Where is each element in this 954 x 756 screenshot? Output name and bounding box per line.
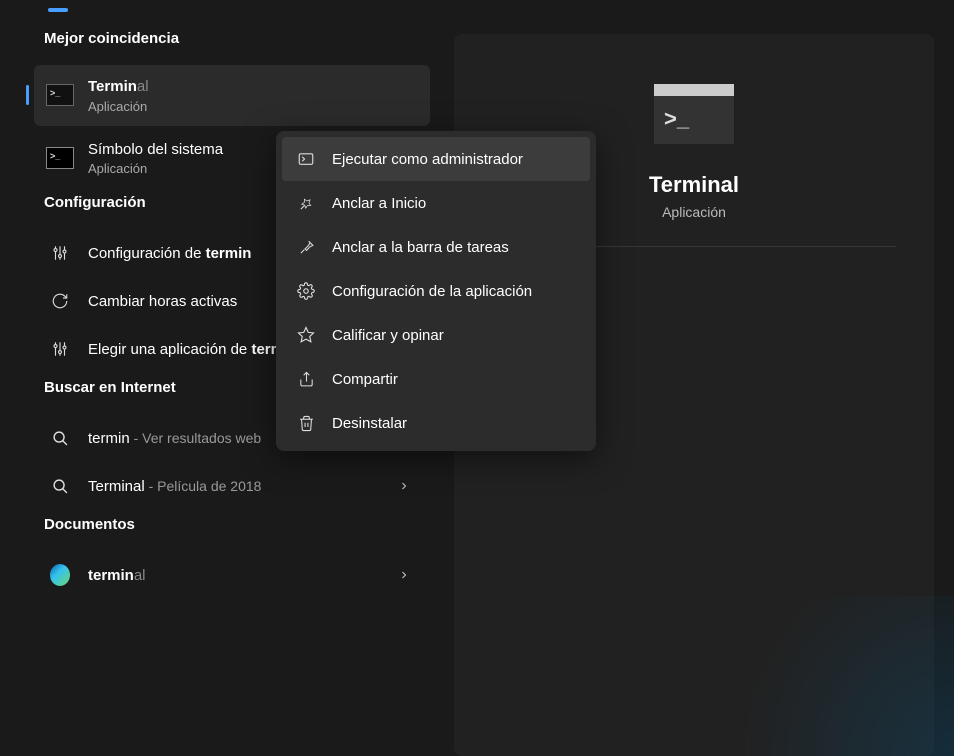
ctx-app-settings[interactable]: Configuración de la aplicación: [282, 269, 590, 313]
app-icon-large: >_: [654, 84, 734, 144]
ctx-label: Compartir: [332, 371, 398, 388]
ctx-share[interactable]: Compartir: [282, 357, 590, 401]
settings-sliders-icon: [50, 339, 70, 359]
ctx-label: Anclar a Inicio: [332, 195, 426, 212]
section-header-best-match: Mejor coincidencia: [34, 30, 442, 47]
gear-icon: [296, 281, 316, 301]
ctx-label: Calificar y opinar: [332, 327, 444, 344]
share-icon: [296, 369, 316, 389]
star-icon: [296, 325, 316, 345]
pin-icon: [296, 237, 316, 257]
result-subtitle: Aplicación: [88, 99, 418, 114]
search-icon: [50, 476, 70, 496]
web-label: Terminal - Película de 2018: [88, 478, 398, 495]
ctx-run-as-admin[interactable]: Ejecutar como administrador: [282, 137, 590, 181]
ctx-label: Configuración de la aplicación: [332, 283, 532, 300]
web-result-terminal-movie[interactable]: Terminal - Película de 2018: [34, 462, 430, 510]
trash-icon: [296, 413, 316, 433]
settings-sliders-icon: [50, 243, 70, 263]
ctx-label: Anclar a la barra de tareas: [332, 239, 509, 256]
ctx-pin-taskbar[interactable]: Anclar a la barra de tareas: [282, 225, 590, 269]
section-header-documents: Documentos: [34, 516, 442, 533]
ctx-label: Desinstalar: [332, 415, 407, 432]
pin-icon: [296, 193, 316, 213]
ctx-rate-review[interactable]: Calificar y opinar: [282, 313, 590, 357]
accent-indicator: [48, 8, 68, 12]
document-result-terminal[interactable]: terminal: [34, 551, 430, 599]
ctx-pin-start[interactable]: Anclar a Inicio: [282, 181, 590, 225]
chevron-right-icon: [398, 479, 410, 493]
search-icon: [50, 428, 70, 448]
terminal-icon: [46, 81, 74, 109]
refresh-icon: [50, 291, 70, 311]
chevron-right-icon: [398, 568, 410, 582]
doc-label: terminal: [88, 567, 398, 584]
edge-icon: [50, 565, 70, 585]
cmd-icon: [46, 144, 74, 172]
context-menu: Ejecutar como administrador Anclar a Ini…: [276, 131, 596, 451]
admin-shield-icon: [296, 149, 316, 169]
ctx-uninstall[interactable]: Desinstalar: [282, 401, 590, 445]
result-terminal[interactable]: Terminal Aplicación: [34, 65, 430, 126]
result-title: Terminal: [88, 77, 418, 97]
ctx-label: Ejecutar como administrador: [332, 151, 523, 168]
